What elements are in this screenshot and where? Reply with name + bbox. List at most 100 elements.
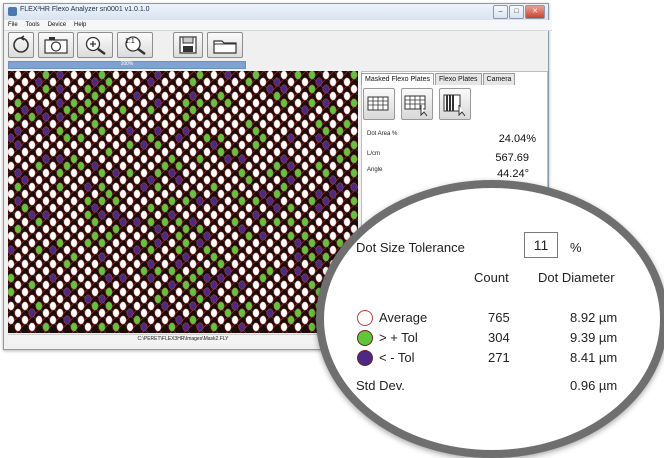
plate-dot <box>203 245 211 255</box>
zoom-in-button[interactable] <box>77 32 113 58</box>
plate-dot <box>98 71 106 80</box>
plate-dot <box>8 133 15 143</box>
plate-dot <box>70 154 78 164</box>
minimize-button[interactable]: – <box>493 5 508 19</box>
floppy-disk-icon <box>179 36 197 54</box>
save-button[interactable] <box>173 32 203 58</box>
menu-file[interactable]: File <box>8 20 18 30</box>
title-bar[interactable]: FLEX³HR Flexo Analyzer sn0001 v1.0.1.0 –… <box>4 4 548 20</box>
plate-dot <box>280 294 288 304</box>
plate-dot <box>70 112 78 122</box>
plate-dot <box>259 189 267 199</box>
plate-dot <box>175 315 183 325</box>
plate-dot <box>98 266 106 276</box>
plate-dot <box>273 91 281 101</box>
plate-dot <box>105 77 113 87</box>
plate-dot <box>119 301 127 311</box>
menu-help[interactable]: Help <box>74 20 86 30</box>
plate-dot <box>231 91 239 101</box>
plate-dot <box>161 161 169 171</box>
plate-dot <box>161 231 169 241</box>
plate-dot <box>112 168 120 178</box>
plate-dot <box>8 245 15 255</box>
plate-dot <box>301 315 309 325</box>
plate-dot <box>245 77 253 87</box>
plate-dot <box>147 189 155 199</box>
tab-masked-flexo-plates[interactable]: Masked Flexo Plates <box>361 73 434 85</box>
camera-button[interactable] <box>38 32 74 58</box>
plate-dot <box>273 245 281 255</box>
plate-dot <box>336 168 344 178</box>
plate-dot <box>119 189 127 199</box>
plate-dot <box>119 273 127 283</box>
plate-dot <box>301 105 309 115</box>
plate-dot <box>133 77 141 87</box>
plate-dot <box>8 105 15 115</box>
plate-dot <box>77 189 85 199</box>
plate-dot <box>21 77 29 87</box>
zoom-1to1-button[interactable]: 1:1 <box>117 32 153 58</box>
plate-dot <box>210 294 218 304</box>
plate-dot <box>175 77 183 87</box>
plate-dot <box>294 280 302 290</box>
plate-dot <box>210 280 218 290</box>
grid-analyze-icon <box>367 96 389 111</box>
plate-dot <box>77 315 85 325</box>
plate-dot <box>14 196 22 206</box>
plate-dot <box>280 168 288 178</box>
plate-dot <box>84 98 92 108</box>
select-bars-button[interactable] <box>439 88 471 120</box>
plate-dot <box>189 287 197 297</box>
menu-tools[interactable]: Tools <box>26 20 40 30</box>
plate-dot <box>70 238 78 248</box>
plate-dot <box>133 175 141 185</box>
plate-dot <box>8 119 15 129</box>
plate-dot <box>35 77 43 87</box>
plate-dot <box>8 273 15 283</box>
plate-dot <box>161 175 169 185</box>
count-header: Count <box>474 270 509 285</box>
plate-dot <box>98 210 106 220</box>
plate-dot <box>91 77 99 87</box>
zoom-magnifier: Dot Size Tolerance 11 % Count Dot Diamet… <box>316 180 664 458</box>
menu-device[interactable]: Device <box>48 20 66 30</box>
plate-dot <box>98 84 106 94</box>
plate-dot <box>294 182 302 192</box>
plate-dot <box>14 224 22 234</box>
open-folder-button[interactable] <box>207 32 243 58</box>
plate-dot <box>63 245 71 255</box>
plate-dot <box>98 168 106 178</box>
tab-flexo-plates[interactable]: Flexo Plates <box>434 73 482 85</box>
plate-dot <box>161 203 169 213</box>
plate-image[interactable] <box>8 71 358 333</box>
plate-dot <box>161 217 169 227</box>
plate-dot <box>21 105 29 115</box>
plate-dot <box>168 126 176 136</box>
plate-dot <box>175 133 183 143</box>
plate-dot <box>91 287 99 297</box>
select-grid-button[interactable] <box>401 88 433 120</box>
analyze-grid-button[interactable] <box>363 88 395 120</box>
maximize-button[interactable]: □ <box>509 5 524 19</box>
plate-dot <box>35 147 43 157</box>
plate-dot <box>21 119 29 129</box>
plate-dot <box>70 266 78 276</box>
plate-dot <box>182 196 190 206</box>
plate-dot <box>14 126 22 136</box>
plate-dot <box>308 112 316 122</box>
plate-dot <box>147 315 155 325</box>
plate-dot <box>308 308 316 318</box>
plate-dot <box>273 77 281 87</box>
plate-dot <box>168 168 176 178</box>
plate-dot <box>266 126 274 136</box>
plate-dot <box>252 140 260 150</box>
plate-dot <box>315 245 323 255</box>
plate-dot <box>182 210 190 220</box>
tolerance-input[interactable]: 11 <box>524 232 558 258</box>
plate-dot <box>35 245 43 255</box>
plate-dot <box>147 231 155 241</box>
refresh-button[interactable] <box>8 32 34 58</box>
close-button[interactable]: ✕ <box>525 5 545 19</box>
plate-dot <box>294 322 302 332</box>
tab-camera[interactable]: Camera <box>482 73 516 85</box>
